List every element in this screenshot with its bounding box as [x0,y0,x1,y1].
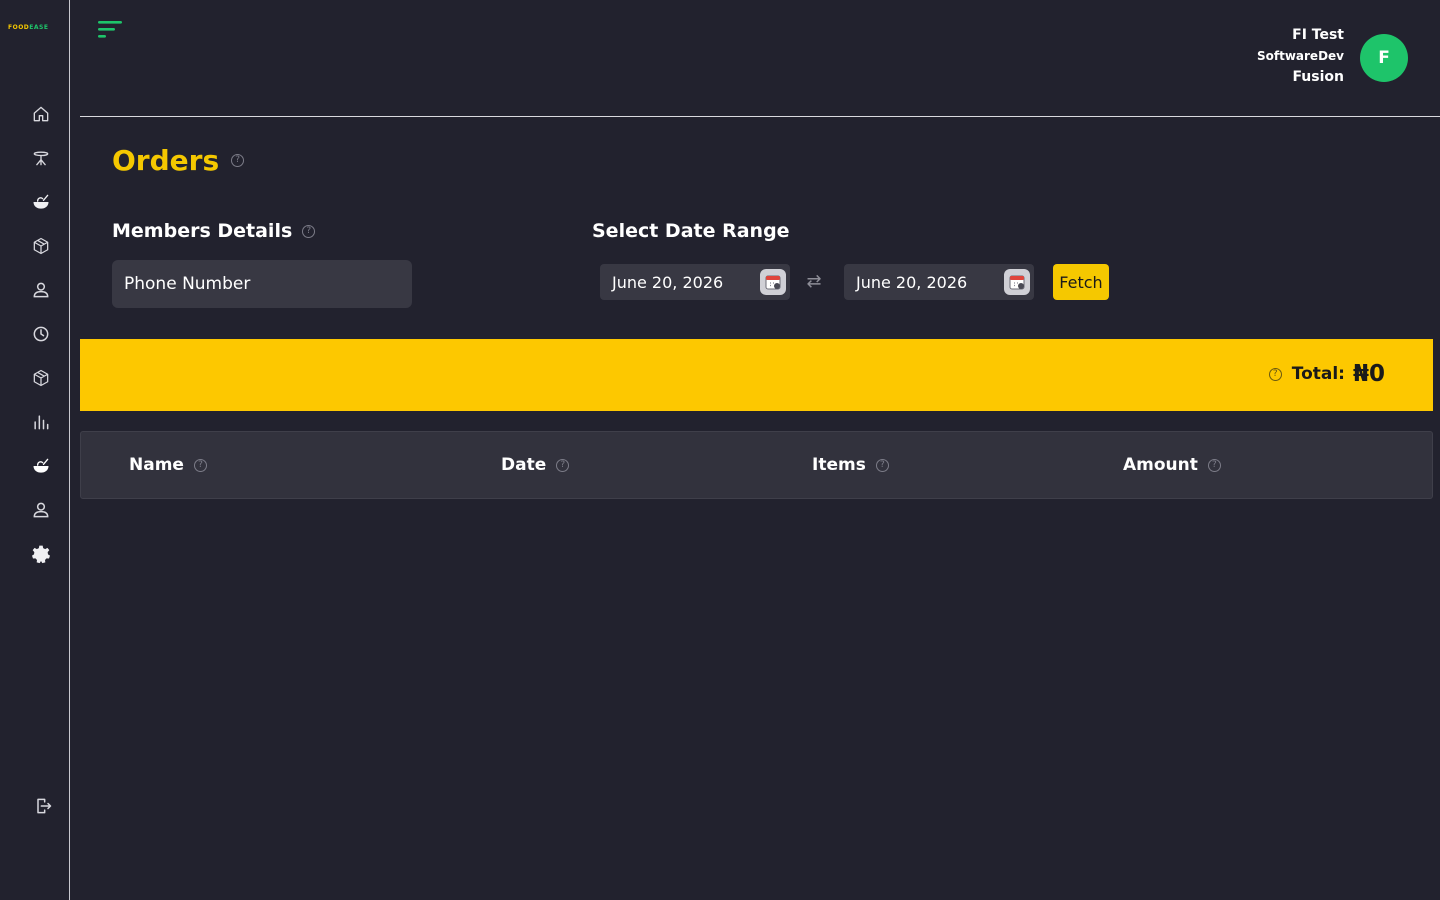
food-bowl-icon [33,458,49,473]
fetch-button[interactable]: Fetch [1053,264,1109,300]
sidebar-item-members[interactable] [29,498,53,522]
package-icon [33,369,49,387]
food-bowl-icon [33,194,49,209]
calendar-icon[interactable] [1004,269,1030,295]
avatar[interactable]: F [1360,34,1408,82]
phone-number-input[interactable] [112,260,412,308]
sidebar-item-tables[interactable] [29,146,53,170]
orders-table-header: Name ? Date ? Items ? Amount ? [80,431,1433,499]
brand-logo: FOODEASE [8,24,49,31]
help-icon[interactable]: ? [556,458,570,472]
user-role: SoftwareDev [1256,49,1344,63]
column-header-amount[interactable]: Amount ? [1123,455,1221,475]
help-icon[interactable]: ? [1207,458,1221,472]
column-header-items[interactable]: Items ? [812,455,889,475]
header-divider [80,116,1440,117]
clock-icon [33,326,49,342]
menu-toggle-button[interactable] [98,20,124,42]
column-header-label: Name [129,455,184,475]
end-date-picker[interactable]: June 20, 2026 [844,264,1034,300]
page-title-text: Orders [112,144,220,177]
logout-icon [37,798,52,814]
start-date-picker[interactable]: June 20, 2026 [600,264,790,300]
column-header-label: Items [812,455,866,475]
total-value: ₦0 [1352,361,1385,387]
sidebar-item-orders[interactable] [29,454,53,478]
user-icon [33,502,49,518]
total-label: Total: [1291,364,1345,384]
column-header-label: Amount [1123,455,1198,475]
sidebar-item-inventory[interactable] [29,234,53,258]
start-date-value: June 20, 2026 [612,272,724,292]
column-header-name[interactable]: Name ? [129,455,207,475]
sidebar-item-menu[interactable] [29,190,53,214]
user-info: FI Test SoftwareDev Fusion [1257,26,1344,86]
user-icon [33,282,49,298]
calendar-icon[interactable] [760,269,786,295]
user-org: Fusion [1292,69,1344,85]
sidebar-item-history[interactable] [29,322,53,346]
swap-arrows-icon: ⇄ [806,270,822,292]
help-icon[interactable]: ? [231,154,245,167]
hamburger-menu-icon [98,21,122,38]
page-title: Orders ? [112,144,245,177]
date-range-label: Select Date Range [592,220,790,242]
help-icon[interactable]: ? [302,224,316,238]
bar-chart-icon [34,415,49,430]
help-icon[interactable]: ? [875,458,889,472]
sidebar-item-products[interactable] [29,366,53,390]
members-details-label: Members Details ? [112,220,316,242]
end-date-value: June 20, 2026 [856,272,968,292]
dining-table-icon [33,151,49,166]
help-icon[interactable]: ? [1268,367,1282,381]
user-name: FI Test [1292,27,1344,43]
sidebar-item-settings[interactable] [29,542,53,566]
total-summary: ? Total: ₦0 [1268,361,1385,387]
sidebar-item-reports[interactable] [29,410,53,434]
settings-gear-icon [32,545,50,564]
sidebar-item-home[interactable] [29,102,53,126]
column-header-date[interactable]: Date ? [501,455,570,475]
total-banner: ? Total: ₦0 [80,339,1433,411]
sidebar: FOODEASE [0,0,70,900]
column-header-label: Date [501,455,547,475]
help-icon[interactable]: ? [193,458,207,472]
logout-button[interactable] [31,794,55,818]
sidebar-item-staff[interactable] [29,278,53,302]
package-icon [33,237,49,255]
home-icon [33,106,49,122]
app-root: FOODEASE FI Test SoftwareDev Fusion F Or… [0,0,1440,900]
members-details-text: Members Details [112,220,293,242]
